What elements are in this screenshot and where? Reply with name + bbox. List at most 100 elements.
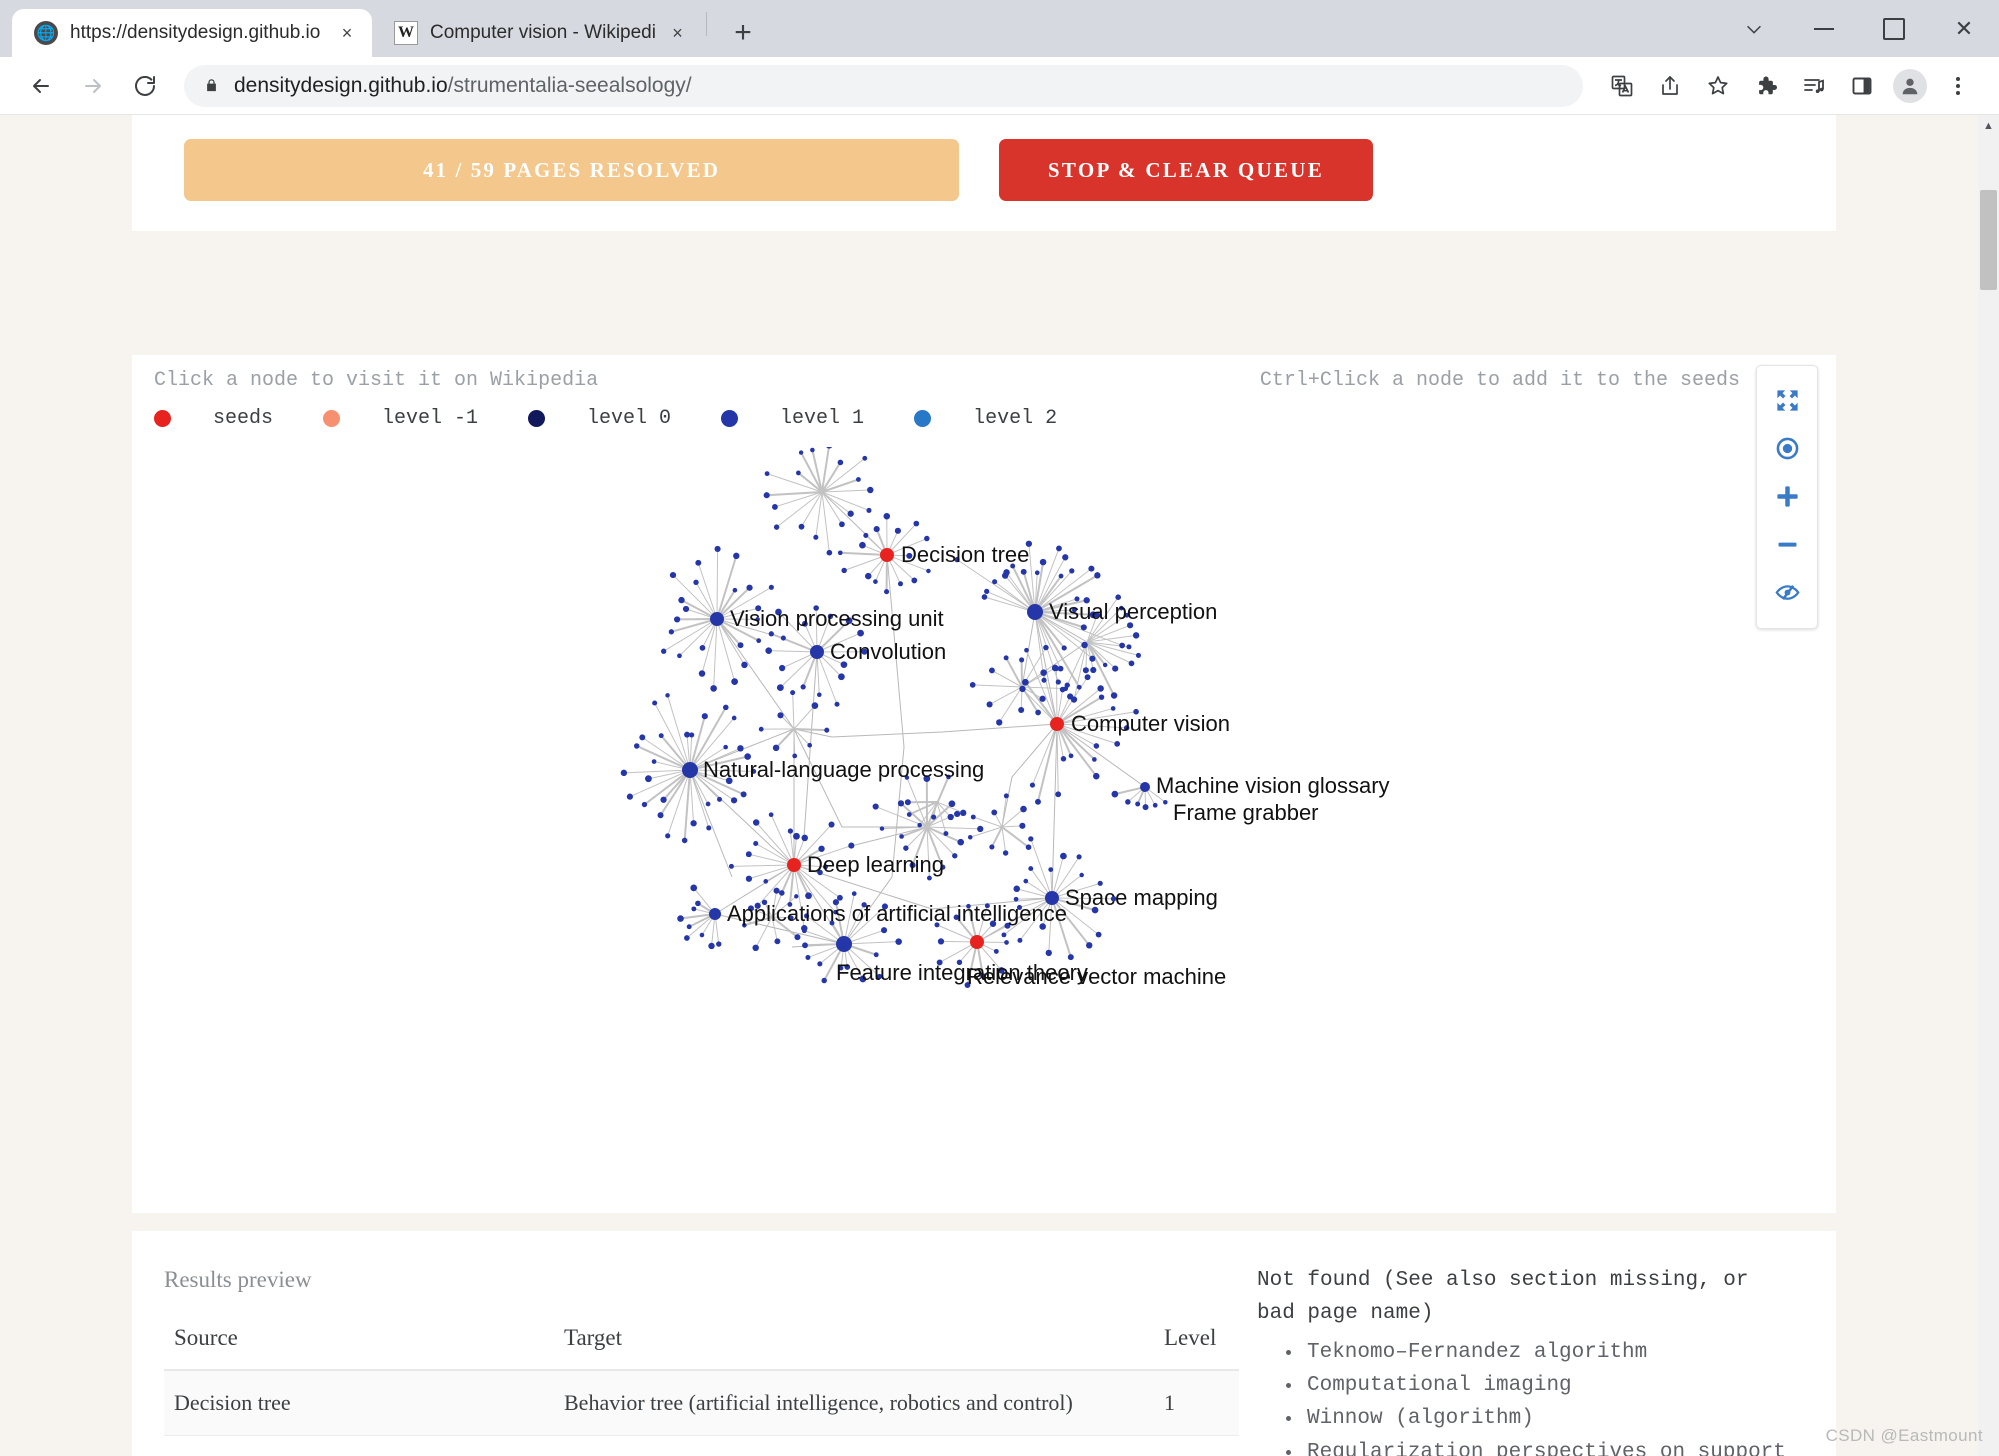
graph-node[interactable] xyxy=(880,548,894,562)
toolbar-icons xyxy=(1599,63,1981,109)
graph-card: Click a node to visit it on Wikipedia Ct… xyxy=(132,355,1836,1213)
address-bar[interactable]: densitydesign.github.io/strumentalia-see… xyxy=(184,64,1583,107)
legend-label-level-2: level 2 xyxy=(973,407,1058,430)
close-icon[interactable]: ✕ xyxy=(1929,0,1999,57)
graph-node-label: Computer vision xyxy=(1071,711,1230,736)
cell-source: Decision tree xyxy=(174,1390,291,1415)
page-viewport: 41 / 59 PAGES RESOLVED STOP & CLEAR QUEU… xyxy=(0,115,1999,1456)
legend-label-level-1: level 1 xyxy=(780,407,865,430)
tab-close-icon[interactable]: × xyxy=(336,23,358,44)
media-playlist-icon[interactable] xyxy=(1791,63,1837,109)
graph-node-label: Applications of artificial intelligence xyxy=(727,901,1067,926)
side-panel-icon[interactable] xyxy=(1839,63,1885,109)
watermark: CSDN @Eastmount xyxy=(1825,1426,1983,1445)
table-row: Decision treeBoosting (machine learning)… xyxy=(164,1435,1239,1456)
pages-resolved-label: 41 / 59 PAGES RESOLVED xyxy=(422,157,721,182)
chevron-down-icon[interactable] xyxy=(1719,0,1789,57)
graph-node[interactable] xyxy=(810,645,824,659)
fullscreen-icon[interactable] xyxy=(1761,376,1813,424)
legend-swatch-level-0 xyxy=(528,410,546,427)
page-scrollbar[interactable]: ▲ xyxy=(1978,115,1999,1456)
tab-divider xyxy=(706,11,707,36)
graph-node[interactable] xyxy=(682,762,698,778)
column-header-target: Target xyxy=(554,1321,1154,1371)
graph-node-label: Relevance vector machine xyxy=(967,964,1226,989)
tab-title: Computer vision - Wikipedia xyxy=(430,22,656,43)
legend-swatch-level-2 xyxy=(914,410,932,427)
tab-densitydesign[interactable]: 🌐 https://densitydesign.github.io × xyxy=(12,9,372,57)
url-text: densitydesign.github.io/strumentalia-see… xyxy=(234,74,692,98)
graph-node[interactable] xyxy=(787,858,801,872)
bookmark-star-icon[interactable] xyxy=(1695,63,1741,109)
list-item: Regularization perspectives on support v… xyxy=(1303,1436,1796,1456)
stop-and-clear-queue-button[interactable]: STOP & CLEAR QUEUE xyxy=(999,139,1373,201)
graph-node-label: Frame grabber xyxy=(1173,800,1319,825)
url-path: /strumentalia-seealsology/ xyxy=(447,73,692,97)
scroll-up-arrow-icon[interactable]: ▲ xyxy=(1978,115,1999,136)
results-table: Source Target Level Decision tree Behavio… xyxy=(164,1321,1239,1456)
queue-status-card: 41 / 59 PAGES RESOLVED STOP & CLEAR QUEU… xyxy=(132,115,1836,231)
browser-toolbar: densitydesign.github.io/strumentalia-see… xyxy=(0,57,1999,115)
graph-node-label: Convolution xyxy=(830,639,946,664)
column-header-source: Source xyxy=(164,1321,554,1371)
legend-label-level-0: level 0 xyxy=(587,407,672,430)
cell-target: Boosting (machine learning) xyxy=(554,1435,1154,1456)
list-item: Teknomo–Fernandez algorithm xyxy=(1303,1336,1796,1369)
forward-arrow-icon xyxy=(70,63,116,109)
back-arrow-icon[interactable] xyxy=(18,63,64,109)
three-dot-menu-icon[interactable] xyxy=(1935,63,1981,109)
list-item: Computational imaging xyxy=(1303,1369,1796,1402)
results-preview-title: Results preview xyxy=(164,1267,312,1292)
browser-titlebar: 🌐 https://densitydesign.github.io × W Co… xyxy=(0,0,1999,57)
tab-title: https://densitydesign.github.io xyxy=(70,22,321,43)
not-found-list: Teknomo–Fernandez algorithmComputational… xyxy=(1303,1336,1796,1456)
list-item: Winnow (algorithm) xyxy=(1303,1402,1796,1435)
graph-node-label: Deep learning xyxy=(807,852,944,877)
share-icon[interactable] xyxy=(1647,63,1693,109)
not-found-title: Not found (See also section missing, or … xyxy=(1257,1269,1749,1325)
graph-node[interactable] xyxy=(1140,782,1150,792)
graph-node[interactable] xyxy=(970,935,984,949)
tab-close-icon[interactable]: × xyxy=(667,23,688,44)
graph-node-label: Machine vision glossary xyxy=(1156,773,1390,798)
cell-source: Decision tree xyxy=(164,1435,554,1456)
graph-node-label: Vision processing unit xyxy=(730,606,944,631)
cell-target: Behavior tree (artificial intelligence, … xyxy=(564,1390,1073,1415)
pages-resolved-progress: 41 / 59 PAGES RESOLVED xyxy=(184,139,959,201)
browser-window: 🌐 https://densitydesign.github.io × W Co… xyxy=(0,0,1999,1456)
graph-node-label: Space mapping xyxy=(1065,885,1218,910)
graph-node[interactable] xyxy=(1050,717,1064,731)
new-tab-button[interactable]: + xyxy=(721,11,765,55)
graph-node[interactable] xyxy=(836,936,852,952)
minimize-icon[interactable] xyxy=(1789,0,1859,57)
graph-node[interactable] xyxy=(1027,604,1043,620)
scrollbar-thumb[interactable] xyxy=(1980,190,1997,290)
graph-node-label: Visual perception xyxy=(1049,599,1217,624)
results-card: Results preview Source Target Level Deci… xyxy=(132,1231,1836,1456)
reload-icon[interactable] xyxy=(122,63,168,109)
results-preview-section: Results preview Source Target Level Deci… xyxy=(132,1231,1239,1456)
legend-swatch-level-minus-1 xyxy=(323,410,341,427)
table-header-row: Source Target Level xyxy=(164,1321,1239,1371)
graph-node-label: Decision tree xyxy=(901,542,1029,567)
graph-legend: seeds level -1 level 0 level 1 level 2 xyxy=(154,407,1107,430)
graph-node-label: Natural-language processing xyxy=(703,757,984,782)
graph-node[interactable] xyxy=(710,612,724,626)
stop-button-label: STOP & CLEAR QUEUE xyxy=(1047,157,1325,182)
graph-node[interactable] xyxy=(709,908,721,920)
extensions-puzzle-icon[interactable] xyxy=(1743,63,1789,109)
window-controls: ✕ xyxy=(1719,0,1999,57)
url-domain: densitydesign.github.io xyxy=(234,73,448,97)
legend-swatch-seeds xyxy=(154,410,171,427)
seealsology-network-graph[interactable]: Decision tree Visual perception Vision pro… xyxy=(132,447,1836,1213)
legend-label-level-minus-1: level -1 xyxy=(382,407,479,430)
not-found-section: Not found (See also section missing, or … xyxy=(1227,1231,1836,1456)
legend-swatch-level-1 xyxy=(721,410,739,427)
globe-icon: 🌐 xyxy=(34,21,58,45)
profile-avatar-icon[interactable] xyxy=(1893,68,1927,103)
tab-computer-vision-wikipedia[interactable]: W Computer vision - Wikipedia × xyxy=(372,9,702,57)
click-node-hint: Click a node to visit it on Wikipedia xyxy=(154,369,599,392)
maximize-icon[interactable] xyxy=(1859,0,1929,57)
results-table-body: Decision tree Behavior tree (artificial i… xyxy=(164,1370,1239,1456)
translate-icon[interactable] xyxy=(1599,63,1645,109)
